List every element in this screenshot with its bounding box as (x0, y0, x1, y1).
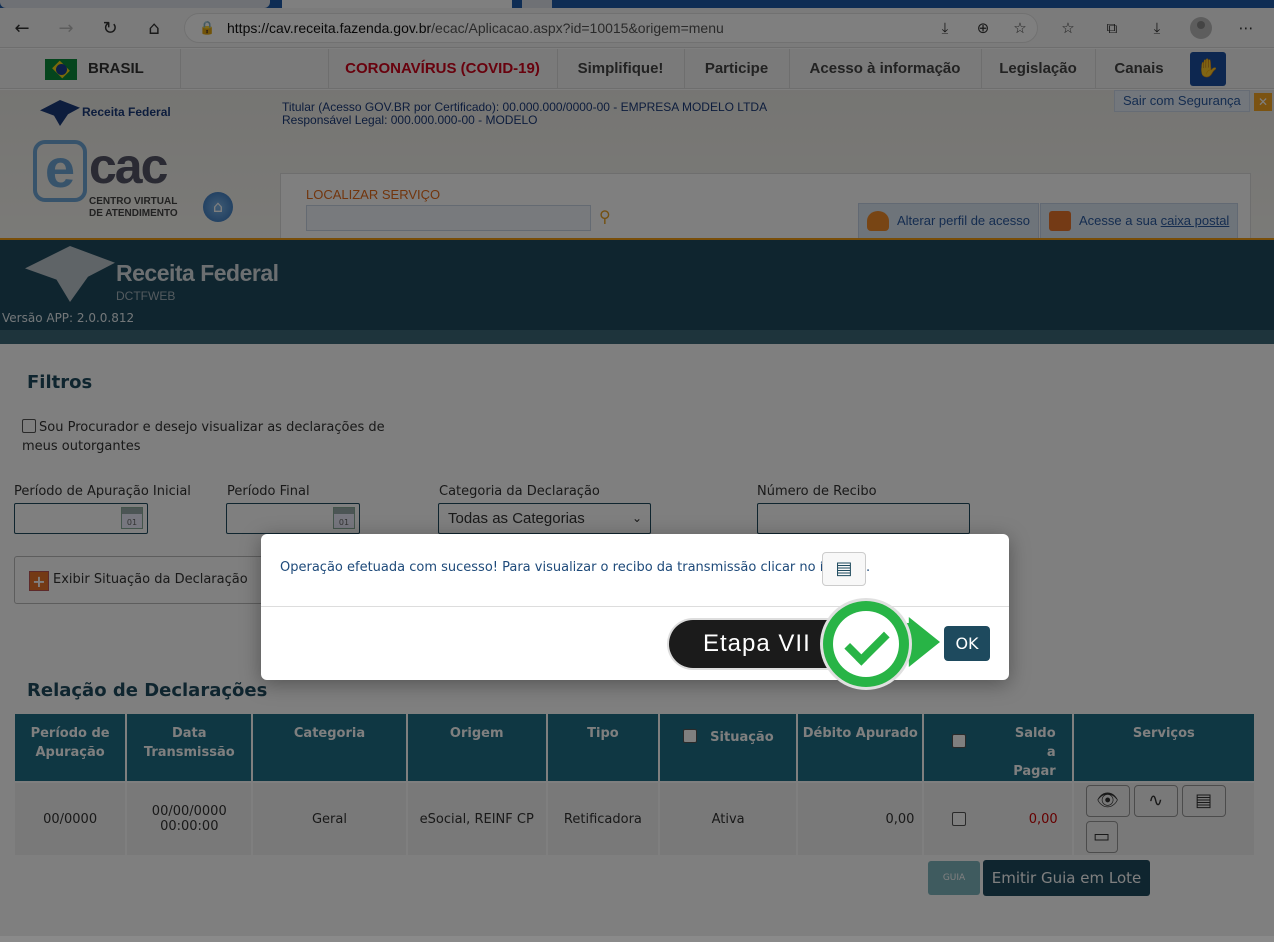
modal-backdrop (0, 0, 1274, 942)
bottom-strip (0, 936, 1274, 942)
checkmark-icon (823, 601, 909, 687)
modal-message-end: . (866, 560, 871, 575)
modal-message: Operação efetuada com sucesso! Para visu… (280, 560, 855, 575)
receipt-icon: ▤ (822, 552, 866, 586)
checkmark-inner (833, 611, 899, 677)
modal-divider (261, 606, 1009, 607)
ok-button[interactable]: OK (944, 626, 990, 661)
